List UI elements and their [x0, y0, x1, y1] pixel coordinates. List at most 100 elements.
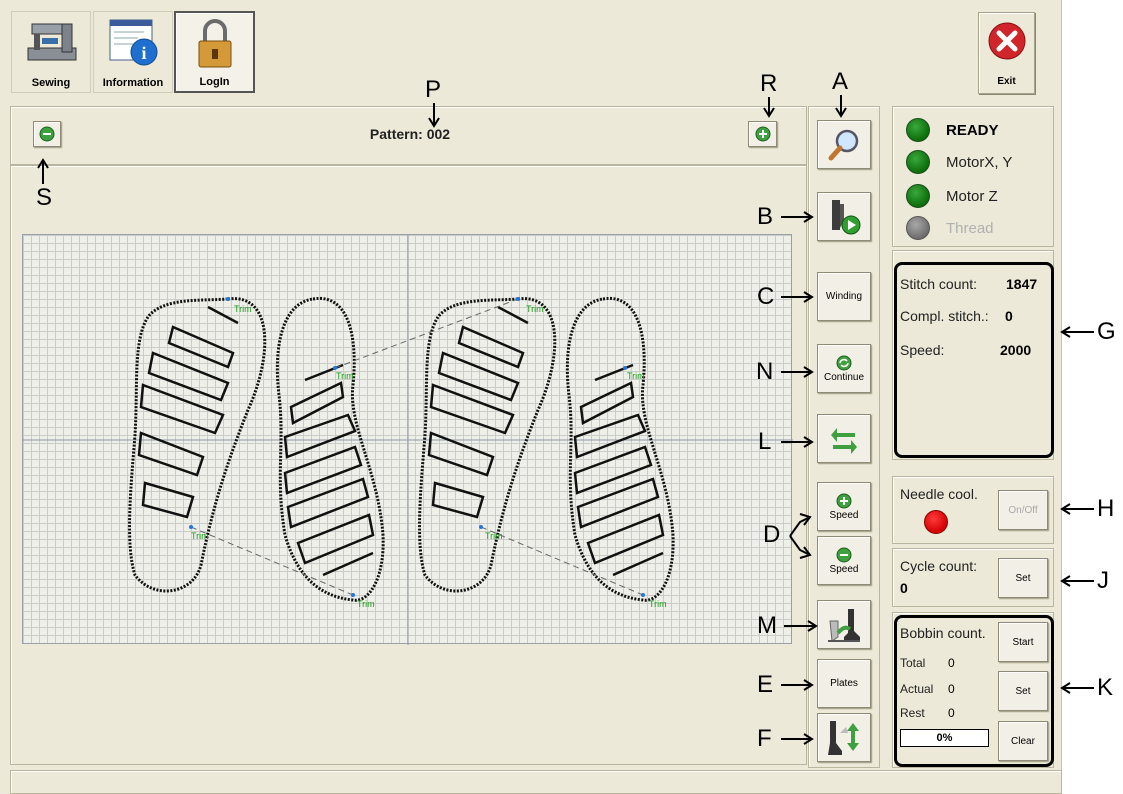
callout-l: L — [758, 428, 772, 455]
plates-label: Plates — [830, 678, 858, 689]
next-pattern-button[interactable] — [748, 121, 777, 147]
compl-stitch-label: Compl. stitch.: — [900, 308, 989, 324]
trim-label: Trim — [627, 371, 645, 381]
cycle-count-value: 0 — [900, 580, 908, 596]
callout-r: R — [760, 70, 778, 97]
continue-label: Continue — [823, 371, 865, 383]
motor-xy-label: MotorX, Y — [946, 153, 1013, 171]
ready-led — [906, 118, 930, 142]
plates-button[interactable]: Plates — [817, 659, 871, 708]
continue-button[interactable]: Continue — [817, 344, 871, 393]
trim-label: Trim — [649, 599, 667, 609]
login-label: LogIn — [199, 76, 230, 88]
status-motor-z: Motor Z — [906, 184, 998, 208]
minus-circle-icon — [836, 547, 852, 562]
swap-arrows-icon — [831, 427, 857, 454]
bobbin-start-button[interactable]: Start — [998, 622, 1048, 662]
needle-play-icon — [832, 199, 861, 234]
motor-z-led — [906, 184, 930, 208]
cycle-set-label: Set — [1015, 572, 1031, 584]
ready-label: READY — [946, 121, 999, 139]
zoom-button[interactable] — [817, 120, 871, 169]
thread-led — [906, 216, 930, 240]
callout-k: K — [1097, 674, 1114, 701]
cycle-set-button[interactable]: Set — [998, 558, 1048, 598]
pattern-drawing: Trim Trim Trim Trim Trim Trim Trim Trim — [23, 235, 793, 645]
bobbin-set-button[interactable]: Set — [998, 671, 1048, 711]
minus-circle-icon — [39, 126, 55, 142]
needle-updown-button[interactable] — [817, 713, 871, 762]
needle-cool-label: Needle cool. — [900, 486, 978, 502]
bobbin-rest-value: 0 — [948, 706, 955, 720]
svg-text:i: i — [141, 43, 146, 63]
plus-circle-icon — [755, 126, 770, 142]
bobbin-actual-value: 0 — [948, 682, 955, 696]
padlock-icon — [198, 19, 231, 68]
information-tab[interactable]: i Information — [93, 11, 173, 93]
direction-button[interactable] — [817, 414, 871, 463]
login-tab[interactable]: LogIn — [174, 11, 255, 93]
trim-label: Trim — [485, 531, 503, 541]
status-motor-xy: MotorX, Y — [906, 150, 1012, 174]
speed-up-button[interactable]: Speed — [817, 482, 871, 531]
exit-label: Exit — [997, 76, 1016, 87]
callout-a: A — [832, 68, 849, 95]
callout-s: S — [36, 184, 53, 211]
refresh-icon — [836, 355, 852, 370]
needle-start-button[interactable] — [817, 192, 871, 241]
motor-xy-led — [906, 150, 930, 174]
sewing-tab[interactable]: Sewing — [11, 11, 91, 93]
bobbin-total-label: Total — [900, 656, 926, 670]
callout-g: G — [1097, 318, 1116, 345]
stitch-count-label: Stitch count: — [900, 276, 978, 292]
trim-label: Trim — [191, 531, 209, 541]
winding-button[interactable]: Winding — [817, 272, 871, 321]
callout-j: J — [1097, 567, 1109, 594]
bobbin-clear-button[interactable]: Clear — [998, 721, 1048, 761]
trim-label: Trim — [526, 304, 544, 314]
app-window: Sewing i Information LogIn Exit Pattern:… — [0, 0, 1062, 794]
pattern-label: Pattern: 002 — [369, 126, 451, 142]
winding-label: Winding — [825, 291, 863, 302]
stitch-count-value: 1847 — [1006, 276, 1038, 292]
cycle-count-label: Cycle count: — [900, 558, 978, 574]
close-icon — [988, 22, 1025, 60]
information-icon: i — [109, 19, 158, 66]
needle-cool-toggle[interactable]: On/Off — [998, 490, 1048, 530]
bobbin-progress-bar: 0% — [900, 729, 989, 747]
callout-m: M — [757, 612, 777, 639]
callout-f: F — [757, 725, 772, 752]
presser-foot-button[interactable] — [817, 600, 871, 649]
speed-value: 2000 — [1000, 342, 1032, 358]
status-ready: READY — [906, 118, 999, 142]
status-bar — [10, 770, 1062, 794]
status-thread: Thread — [906, 216, 994, 240]
callout-e: E — [757, 671, 774, 698]
pattern-grid[interactable]: Trim Trim Trim Trim Trim Trim Trim Trim — [22, 234, 793, 645]
trim-label: Trim — [357, 599, 375, 609]
magnifier-icon — [828, 129, 859, 160]
callout-p: P — [425, 76, 442, 103]
speed-down-button[interactable]: Speed — [817, 536, 871, 585]
trim-label: Trim — [336, 371, 354, 381]
callout-d: D — [763, 521, 781, 548]
compl-stitch-value: 0 — [1005, 308, 1013, 324]
needle-updown-icon — [828, 720, 859, 755]
speed-label: Speed: — [900, 342, 945, 358]
previous-pattern-button[interactable] — [33, 121, 61, 147]
information-label: Information — [102, 77, 164, 89]
bobbin-actual-label: Actual — [900, 682, 934, 696]
speed-up-label: Speed — [829, 509, 859, 521]
sewing-label: Sewing — [31, 77, 71, 89]
needle-cool-indicator — [924, 510, 948, 534]
callout-n: N — [756, 358, 774, 385]
sewing-machine-icon — [27, 23, 77, 61]
callout-c: C — [757, 283, 775, 310]
exit-button[interactable]: Exit — [978, 12, 1035, 94]
bobbin-set-label: Set — [1015, 685, 1031, 697]
bobbin-count-label: Bobbin count. — [900, 625, 986, 641]
onoff-label: On/Off — [1008, 504, 1038, 516]
bobbin-total-value: 0 — [948, 656, 955, 670]
thread-label: Thread — [946, 219, 994, 237]
presser-foot-icon — [828, 608, 860, 642]
